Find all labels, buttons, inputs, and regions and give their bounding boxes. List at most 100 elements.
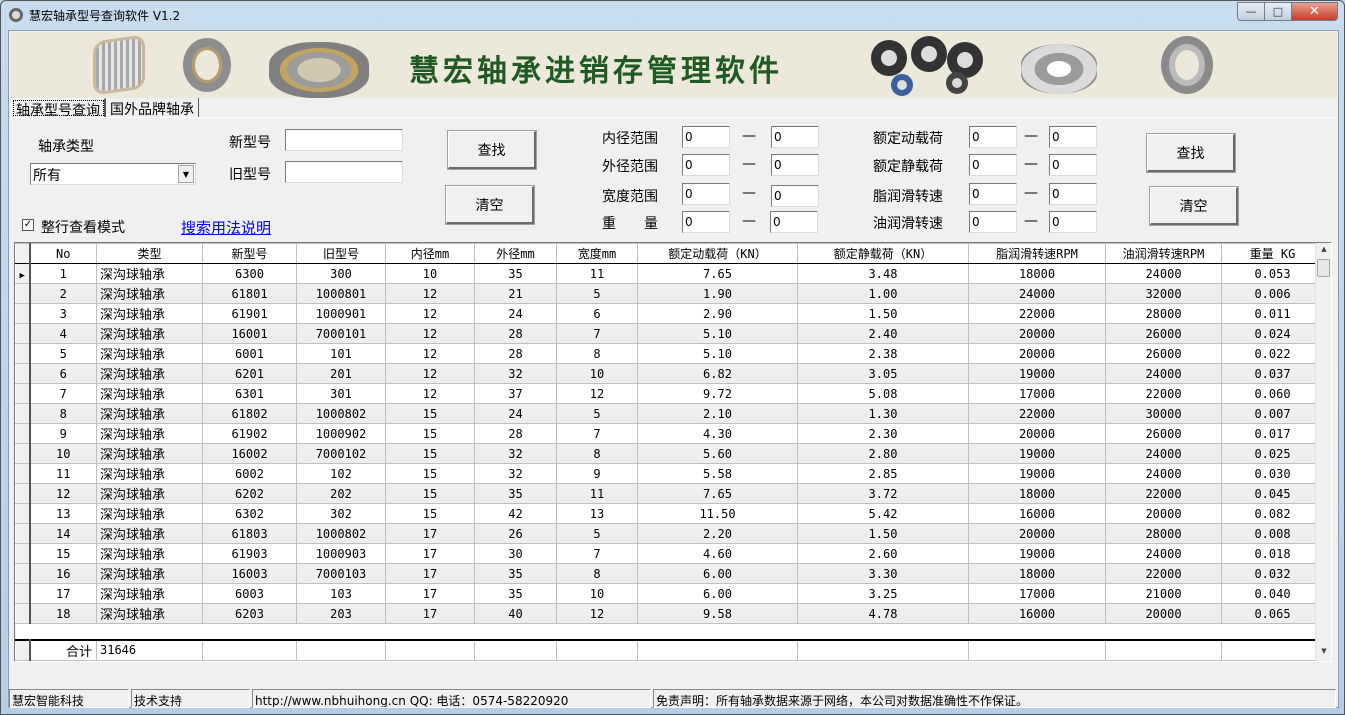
table-cell[interactable]: 203 bbox=[296, 603, 386, 624]
table-row[interactable]: 17 深沟球轴承 6003 103 17 35 10 6.00 3.25 17000 21000 0.… bbox=[15, 583, 1324, 604]
table-cell[interactable]: 17 bbox=[385, 523, 475, 544]
table-cell[interactable]: 2.80 bbox=[797, 443, 969, 464]
table-cell[interactable]: 17 bbox=[385, 563, 475, 584]
table-cell[interactable]: 22000 bbox=[1105, 483, 1222, 504]
table-cell[interactable]: 1.90 bbox=[637, 283, 798, 304]
table-cell[interactable]: 11 bbox=[29, 463, 97, 484]
table-cell[interactable]: 3.30 bbox=[797, 563, 969, 584]
table-cell[interactable]: 1000801 bbox=[296, 283, 386, 304]
table-cell[interactable]: 6 bbox=[29, 363, 97, 384]
table-cell[interactable]: 0.060 bbox=[1221, 383, 1324, 404]
row-selector[interactable] bbox=[15, 383, 31, 404]
table-cell[interactable]: 101 bbox=[296, 343, 386, 364]
table-cell[interactable]: 24 bbox=[474, 403, 557, 424]
oil-speed-to-input[interactable] bbox=[1049, 211, 1097, 233]
row-selector[interactable] bbox=[15, 323, 31, 344]
table-cell[interactable]: 2.30 bbox=[797, 423, 969, 444]
table-cell[interactable]: 2.40 bbox=[797, 323, 969, 344]
table-cell[interactable]: 24000 bbox=[968, 283, 1106, 304]
table-cell[interactable]: 14 bbox=[29, 523, 97, 544]
table-cell[interactable]: 35 bbox=[474, 483, 557, 504]
table-cell[interactable]: 8 bbox=[556, 343, 638, 364]
table-row[interactable]: 10 深沟球轴承 16002 7000102 15 32 8 5.60 2.80 19000 240… bbox=[15, 443, 1324, 464]
table-cell[interactable]: 6.00 bbox=[637, 563, 798, 584]
table-cell[interactable]: 7.65 bbox=[637, 263, 798, 284]
table-cell[interactable]: 7 bbox=[29, 383, 97, 404]
table-cell[interactable]: 20000 bbox=[968, 323, 1106, 344]
table-cell[interactable]: 5.10 bbox=[637, 343, 798, 364]
table-cell[interactable]: 10 bbox=[556, 583, 638, 604]
table-cell[interactable]: 35 bbox=[474, 563, 557, 584]
scroll-up-icon[interactable]: ▲ bbox=[1318, 245, 1330, 257]
table-row[interactable]: 11 深沟球轴承 6002 102 15 32 9 5.58 2.85 19000 24000 0.0… bbox=[15, 463, 1324, 484]
table-cell[interactable]: 18000 bbox=[968, 483, 1106, 504]
table-cell[interactable]: 3.05 bbox=[797, 363, 969, 384]
table-cell[interactable]: 深沟球轴承 bbox=[96, 323, 203, 344]
column-header[interactable]: 油润滑转速RPM bbox=[1105, 243, 1222, 264]
table-row[interactable]: 4 深沟球轴承 16001 7000101 12 28 7 5.10 2.40 20000 2600… bbox=[15, 323, 1324, 344]
table-cell[interactable]: 2 bbox=[29, 283, 97, 304]
table-cell[interactable]: 5.42 bbox=[797, 503, 969, 524]
table-cell[interactable]: 0.040 bbox=[1221, 583, 1324, 604]
table-row[interactable]: 2 深沟球轴承 61801 1000801 12 21 5 1.90 1.00 24000 3200… bbox=[15, 283, 1324, 304]
maximize-button[interactable]: □ bbox=[1265, 2, 1292, 21]
table-row[interactable]: 13 深沟球轴承 6302 302 15 42 13 11.50 5.42 16000 20000 0… bbox=[15, 503, 1324, 524]
row-selector[interactable]: ▶ bbox=[15, 263, 31, 284]
scroll-down-icon[interactable]: ▼ bbox=[1318, 647, 1330, 659]
table-cell[interactable]: 24000 bbox=[1105, 463, 1222, 484]
table-cell[interactable]: 22000 bbox=[968, 403, 1106, 424]
row-selector[interactable] bbox=[15, 403, 31, 424]
table-cell[interactable]: 2.85 bbox=[797, 463, 969, 484]
row-selector[interactable] bbox=[15, 543, 31, 564]
table-cell[interactable]: 1 bbox=[29, 263, 97, 284]
table-cell[interactable]: 8 bbox=[556, 563, 638, 584]
clear-button[interactable]: 清空 bbox=[446, 186, 534, 224]
table-cell[interactable]: 7 bbox=[556, 423, 638, 444]
vertical-scrollbar[interactable]: ▲ ▼ bbox=[1315, 243, 1331, 661]
table-cell[interactable]: 1000903 bbox=[296, 543, 386, 564]
table-cell[interactable]: 12 bbox=[385, 303, 475, 324]
table-cell[interactable]: 4.30 bbox=[637, 423, 798, 444]
dynamic-load-to-input[interactable] bbox=[1049, 126, 1097, 148]
table-cell[interactable]: 1.00 bbox=[797, 283, 969, 304]
table-cell[interactable]: 30 bbox=[474, 543, 557, 564]
inner-diameter-from-input[interactable] bbox=[682, 126, 730, 148]
table-cell[interactable]: 3.72 bbox=[797, 483, 969, 504]
table-row[interactable]: 12 深沟球轴承 6202 202 15 35 11 7.65 3.72 18000 22000 0.… bbox=[15, 483, 1324, 504]
table-cell[interactable]: 40 bbox=[474, 603, 557, 624]
table-cell[interactable]: 9 bbox=[29, 423, 97, 444]
table-cell[interactable]: 61801 bbox=[202, 283, 297, 304]
table-cell[interactable]: 35 bbox=[474, 263, 557, 284]
table-cell[interactable]: 32000 bbox=[1105, 283, 1222, 304]
table-cell[interactable]: 17 bbox=[29, 583, 97, 604]
table-cell[interactable]: 6300 bbox=[202, 263, 297, 284]
table-cell[interactable]: 201 bbox=[296, 363, 386, 384]
dynamic-load-from-input[interactable] bbox=[969, 126, 1017, 148]
row-selector[interactable] bbox=[15, 343, 31, 364]
table-cell[interactable]: 2.90 bbox=[637, 303, 798, 324]
column-header[interactable]: 旧型号 bbox=[296, 243, 386, 264]
table-cell[interactable]: 15 bbox=[29, 543, 97, 564]
table-cell[interactable]: 9.72 bbox=[637, 383, 798, 404]
table-cell[interactable]: 61802 bbox=[202, 403, 297, 424]
table-cell[interactable]: 19000 bbox=[968, 363, 1106, 384]
table-cell[interactable]: 26 bbox=[474, 523, 557, 544]
close-button[interactable]: ✕ bbox=[1292, 2, 1338, 21]
table-cell[interactable]: 16001 bbox=[202, 323, 297, 344]
table-cell[interactable]: 61901 bbox=[202, 303, 297, 324]
table-cell[interactable]: 12 bbox=[385, 323, 475, 344]
row-selector[interactable] bbox=[15, 503, 31, 524]
new-model-input[interactable] bbox=[285, 129, 403, 151]
column-header[interactable]: 宽度mm bbox=[556, 243, 638, 264]
column-header[interactable]: 重量 KG bbox=[1221, 243, 1324, 264]
table-cell[interactable]: 1000802 bbox=[296, 523, 386, 544]
table-row[interactable]: 8 深沟球轴承 61802 1000802 15 24 5 2.10 1.30 22000 3000… bbox=[15, 403, 1324, 424]
table-cell[interactable]: 37 bbox=[474, 383, 557, 404]
static-load-from-input[interactable] bbox=[969, 154, 1017, 176]
table-row[interactable]: 9 深沟球轴承 61902 1000902 15 28 7 4.30 2.30 20000 2600… bbox=[15, 423, 1324, 444]
table-cell[interactable]: 4.78 bbox=[797, 603, 969, 624]
table-cell[interactable]: 深沟球轴承 bbox=[96, 403, 203, 424]
table-cell[interactable]: 18 bbox=[29, 603, 97, 624]
table-cell[interactable]: 6003 bbox=[202, 583, 297, 604]
table-cell[interactable]: 深沟球轴承 bbox=[96, 463, 203, 484]
